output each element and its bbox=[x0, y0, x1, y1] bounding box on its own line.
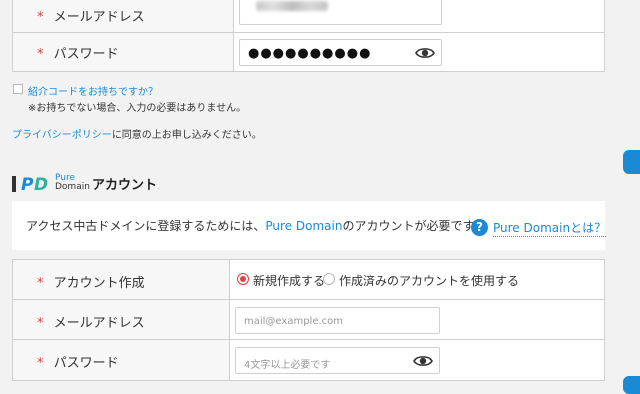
info-text-before: アクセス中古ドメインに登録するためには、 bbox=[26, 219, 266, 233]
email-placeholder: mail@example.com bbox=[244, 316, 344, 327]
info-text-after: のアカウントが必要です。 bbox=[342, 219, 486, 233]
referral-link[interactable]: 紹介コードをお持ちですか？ bbox=[28, 83, 158, 98]
row-divider bbox=[13, 32, 604, 33]
required-mark: * bbox=[37, 276, 44, 291]
account-form-table: * アカウント作成 新規作成する 作成済みのアカウントを使用する * メールアド… bbox=[12, 259, 605, 381]
account-email-label: メールアドレス bbox=[53, 316, 145, 331]
pure-domain-brand-link[interactable]: Pure Domain bbox=[265, 219, 342, 233]
password-value: ●●●●●●●●●● bbox=[248, 46, 372, 61]
privacy-consent: プライバシーポリシーに同意の上お申し込みください。 bbox=[12, 126, 262, 141]
account-create-label: アカウント作成 bbox=[53, 276, 145, 291]
account-password-label-row: * パスワード bbox=[37, 352, 119, 371]
radio-new-account[interactable] bbox=[237, 273, 249, 285]
option-new-account-label[interactable]: 新規作成する bbox=[253, 272, 325, 289]
row-divider bbox=[13, 339, 604, 340]
row-divider bbox=[13, 299, 604, 300]
account-create-label-row: * アカウント作成 bbox=[37, 272, 145, 291]
pure-domain-logo-text: Pure Domain bbox=[55, 174, 90, 192]
privacy-suffix: に同意の上お申し込みください。 bbox=[111, 130, 262, 141]
required-mark: * bbox=[37, 10, 44, 25]
password-placeholder: 4文字以上必要です bbox=[244, 360, 331, 371]
account-email-input[interactable]: mail@example.com bbox=[235, 307, 440, 334]
side-floating-tab[interactable] bbox=[623, 376, 640, 394]
radio-existing-account[interactable] bbox=[323, 273, 335, 285]
section-title: アカウント bbox=[92, 178, 158, 193]
pure-domain-logo-icon: P D bbox=[21, 175, 48, 194]
referral-note: ※お持ちでない場合、入力の必要はありません。 bbox=[28, 103, 247, 114]
svg-text:D: D bbox=[34, 175, 48, 194]
password-field[interactable]: ●●●●●●●●●● bbox=[239, 39, 442, 66]
info-text: アクセス中古ドメインに登録するためには、Pure Domainのアカウントが必要… bbox=[26, 217, 485, 234]
eye-icon[interactable] bbox=[413, 354, 433, 368]
referral-checkbox[interactable] bbox=[13, 84, 23, 94]
required-mark: * bbox=[37, 316, 44, 331]
side-floating-tab[interactable] bbox=[623, 150, 640, 174]
account-password-label: パスワード bbox=[53, 356, 119, 371]
section-marker bbox=[12, 176, 16, 192]
login-form-table: * メールアドレス * パスワード ●●●●●●●●●● bbox=[12, 0, 605, 72]
password-label-row: * パスワード bbox=[37, 43, 119, 62]
question-circle-icon[interactable]: ? bbox=[471, 219, 488, 236]
eye-icon[interactable] bbox=[415, 46, 435, 60]
required-mark: * bbox=[37, 47, 44, 62]
account-password-input[interactable]: 4文字以上必要です bbox=[235, 347, 440, 374]
password-label: パスワード bbox=[53, 47, 119, 62]
privacy-policy-link[interactable]: プライバシーポリシー bbox=[12, 130, 112, 141]
email-field[interactable] bbox=[239, 0, 442, 25]
logo-line-2: Domain bbox=[55, 182, 90, 192]
option-existing-account-label[interactable]: 作成済みのアカウントを使用する bbox=[339, 272, 519, 289]
required-mark: * bbox=[37, 356, 44, 371]
what-is-pure-domain-link[interactable]: Pure Domainとは？ bbox=[493, 219, 607, 237]
email-label-row: * メールアドレス bbox=[37, 6, 145, 25]
account-email-label-row: * メールアドレス bbox=[37, 312, 145, 331]
svg-text:P: P bbox=[21, 175, 34, 194]
email-label: メールアドレス bbox=[53, 10, 145, 25]
email-value-redacted bbox=[256, 1, 328, 11]
